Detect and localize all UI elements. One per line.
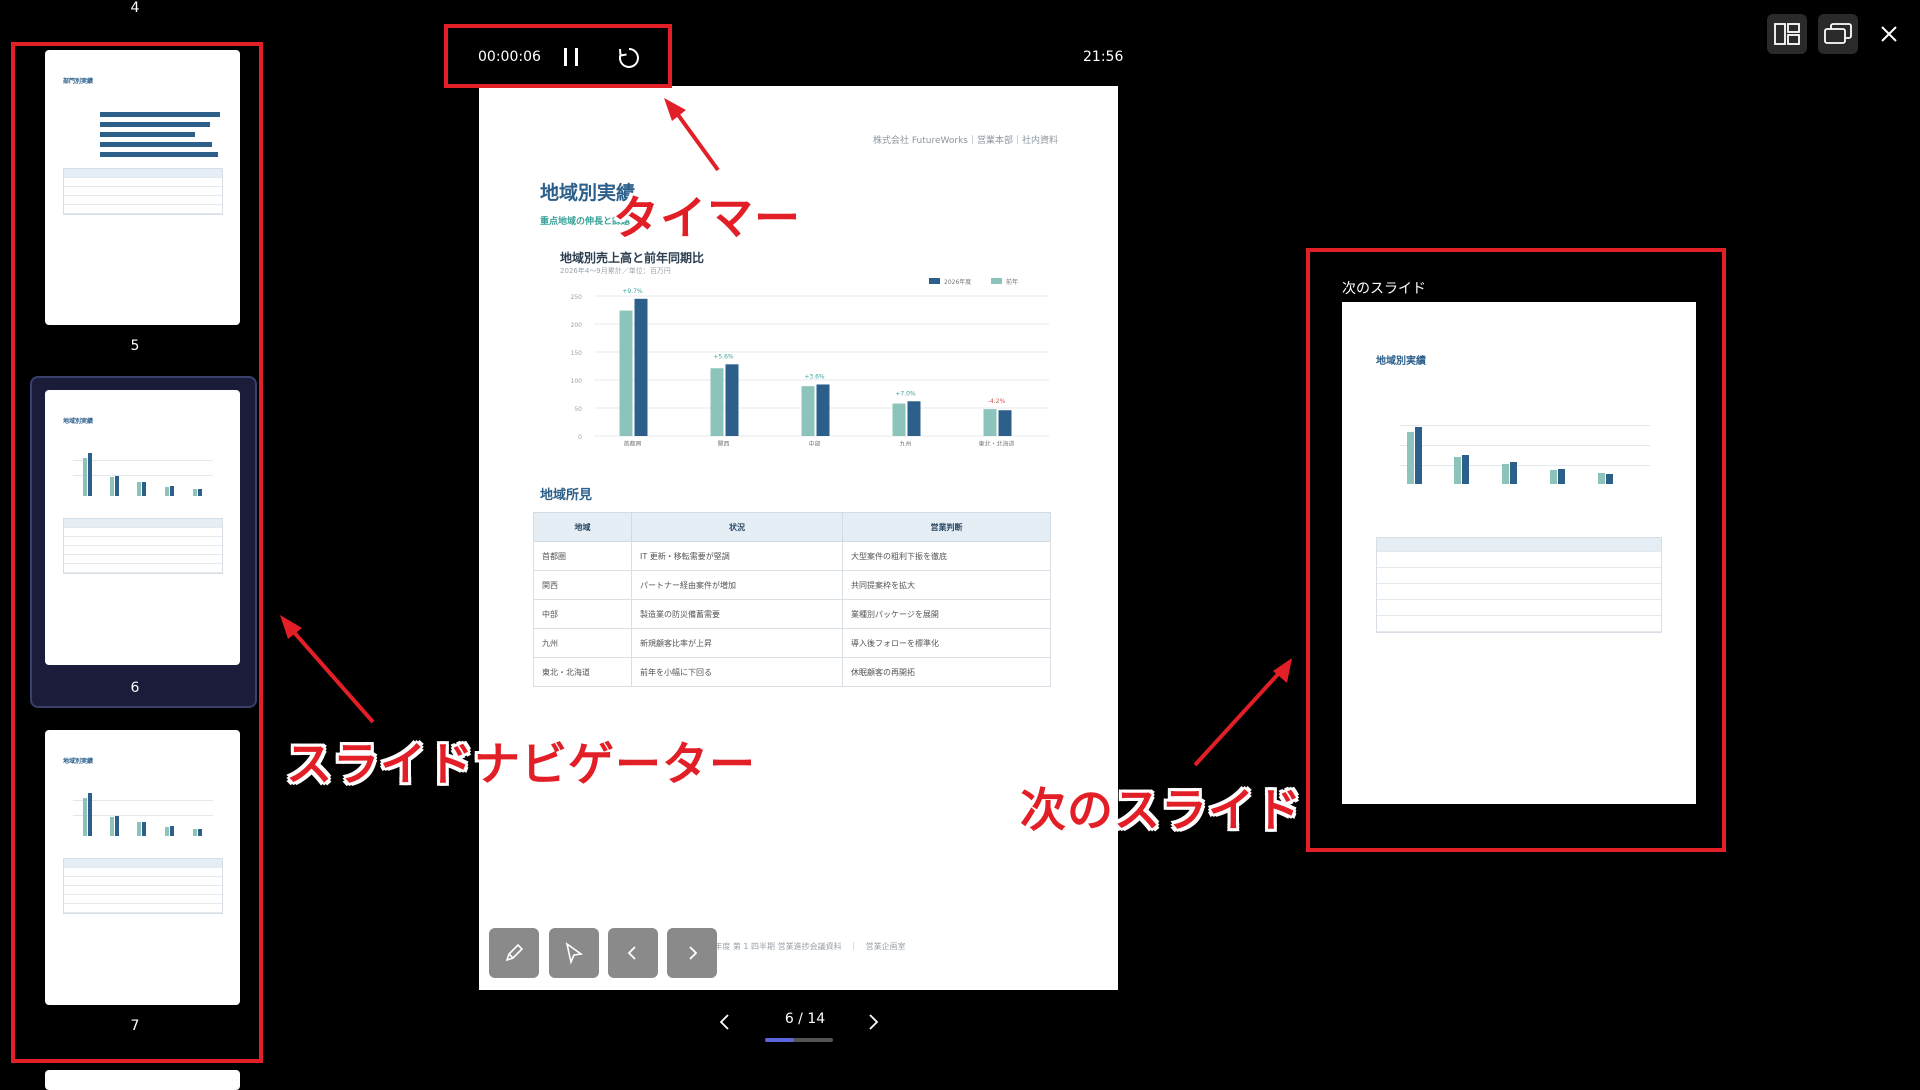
category-label: 九州 <box>899 440 911 446</box>
next-slide-callout: 次のスライド <box>1019 782 1302 838</box>
table-cell: 導入後フォローを標準化 <box>842 628 1051 658</box>
bar <box>710 368 724 436</box>
table-row: 中部 製造業の防災備蓄需要 業種別パッケージを展開 <box>533 599 1051 629</box>
y-tick-label: 50 <box>574 406 582 413</box>
thumbnail-slide-8[interactable] <box>45 1070 240 1090</box>
table-cell: 製造業の防災備蓄需要 <box>631 599 843 629</box>
legend-swatch <box>929 278 940 284</box>
chevron-left-icon <box>627 946 636 960</box>
table-cell: 中部 <box>533 599 632 629</box>
table-row: 東北・北海道 前年を小幅に下回る 休眠顧客の再開拓 <box>533 657 1051 687</box>
category-label: 東北・北海道 <box>978 440 1014 446</box>
page-indicator: 6 / 14 <box>784 1011 826 1027</box>
table-cell: 首都圏 <box>533 541 632 571</box>
chevron-right-icon <box>869 1014 879 1030</box>
clock: 21:56 <box>1083 49 1124 65</box>
progress-fill <box>765 1038 795 1042</box>
table-row: 九州 新規顧客比率が上昇 導入後フォローを標準化 <box>533 628 1051 658</box>
y-tick-label: 0 <box>578 434 582 441</box>
close-icon <box>1881 26 1897 42</box>
category-label: 関西 <box>717 441 729 446</box>
y-tick-label: 150 <box>571 350 583 357</box>
display-switch-button[interactable] <box>1818 14 1858 54</box>
table-cell: 九州 <box>533 628 632 658</box>
navigator-highlight-box <box>11 42 263 1063</box>
bar <box>634 298 648 436</box>
y-tick-label: 250 <box>571 294 583 301</box>
yoy-label: -4.2% <box>988 398 1006 405</box>
chevron-left-icon <box>719 1014 729 1030</box>
layout-toggle-button[interactable] <box>1767 14 1807 54</box>
arrow-head <box>280 615 302 639</box>
next-slide-button[interactable] <box>667 928 717 978</box>
timer-highlight-box <box>444 24 672 88</box>
pointer-tool-button[interactable] <box>549 928 599 978</box>
table-cell: 東北・北海道 <box>533 657 632 687</box>
section-title: 地域所見 <box>540 488 593 503</box>
previous-slide-button[interactable] <box>608 928 658 978</box>
bar <box>816 384 830 436</box>
legend-swatch <box>991 278 1002 284</box>
timer-callout: タイマー <box>612 190 801 246</box>
progress-track <box>765 1038 833 1042</box>
next-slide-highlight-box <box>1306 248 1726 852</box>
table-cell: 共同提案枠を拡大 <box>842 570 1051 600</box>
table-cell: パートナー経由案件が増加 <box>631 570 843 600</box>
bar <box>801 386 815 436</box>
bar-chart: 250 200 150 100 50 0 2026年度 前年 +9.7% 首都圏 +5.6% 関西 +3… <box>571 278 1049 446</box>
pager-prev-button[interactable] <box>716 1012 734 1036</box>
category-label: 中部 <box>808 440 820 446</box>
pager-next-button[interactable] <box>864 1012 882 1036</box>
arrow-head <box>1273 658 1292 683</box>
table-cell: 大型案件の粗利下振を徹底 <box>842 541 1051 571</box>
table-cell: 関西 <box>533 570 632 600</box>
layout-icon <box>1774 23 1800 45</box>
table-row: 関西 パートナー経由案件が増加 共同提案枠を拡大 <box>533 570 1051 600</box>
table-cell: 業種別パッケージを展開 <box>842 599 1051 629</box>
legend-label: 前年 <box>1006 278 1018 286</box>
bar <box>983 409 997 436</box>
bar <box>619 310 633 436</box>
table-row: 首都圏 IT 更新・移転需要が堅調 大型案件の粗利下振を徹底 <box>533 541 1051 571</box>
category-label: 首都圏 <box>623 440 641 446</box>
table-cell: 休眠顧客の再開拓 <box>842 657 1051 687</box>
y-tick-label: 100 <box>571 378 583 385</box>
yoy-label: +3.6% <box>804 373 825 380</box>
yoy-label: +9.7% <box>622 288 643 295</box>
table-cell: 前年を小幅に下回る <box>631 657 843 687</box>
monitor-icon <box>1824 23 1852 44</box>
bar <box>998 410 1012 436</box>
table-header: 営業判断 <box>842 512 1051 542</box>
pen-icon <box>505 943 524 962</box>
cursor-icon <box>565 942 584 965</box>
bar <box>725 364 739 436</box>
chart-title: 地域別売上高と前年同期比 <box>560 251 705 265</box>
pen-tool-button[interactable] <box>489 928 539 978</box>
slide-header: 株式会社 FutureWorks｜営業本部｜社内資料 <box>872 136 1058 146</box>
legend-label: 2026年度 <box>944 278 971 286</box>
yoy-label: +7.0% <box>895 390 916 397</box>
chevron-right-icon <box>689 946 698 960</box>
table-header: 状況 <box>631 512 843 542</box>
y-tick-label: 200 <box>571 322 583 329</box>
yoy-label: +5.6% <box>713 353 734 360</box>
bar <box>892 403 906 436</box>
navigator-callout: スライドナビゲーター <box>285 736 756 792</box>
thumbnail-number: 4 <box>130 0 140 16</box>
table-header: 地域 <box>533 512 632 542</box>
bar <box>907 401 921 436</box>
table-cell: IT 更新・移転需要が堅調 <box>631 541 843 571</box>
regions-table: 地域 状況 営業判断 首都圏 IT 更新・移転需要が堅調 大型案件の粗利下振を徹… <box>533 512 1051 687</box>
table-cell: 新規顧客比率が上昇 <box>631 628 843 658</box>
close-button[interactable] <box>1869 14 1909 54</box>
